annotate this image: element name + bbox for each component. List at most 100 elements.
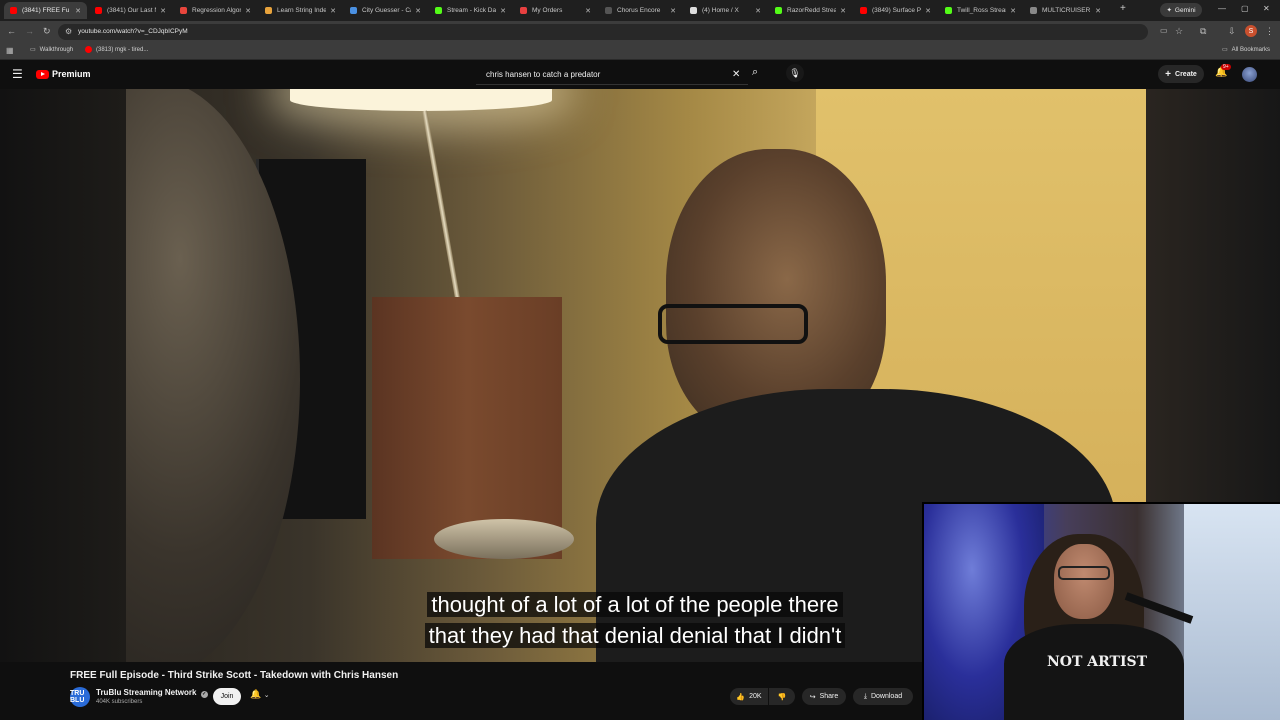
bookmark-star-icon[interactable]: ☆: [1175, 26, 1183, 37]
tab-close-icon[interactable]: ✕: [925, 7, 931, 15]
youtube-play-icon: [36, 69, 49, 79]
tab-favicon-icon: [1030, 7, 1037, 14]
youtube-premium-label: Premium: [52, 69, 91, 79]
back-arrow-icon[interactable]: ←: [7, 26, 16, 36]
tab-close-icon[interactable]: ✕: [1095, 7, 1101, 15]
tab-favicon-icon: [95, 7, 102, 14]
wood-cabinet: [372, 297, 562, 559]
tab-close-icon[interactable]: ✕: [160, 7, 166, 15]
tab-favicon-icon: [350, 7, 357, 14]
forward-arrow-icon[interactable]: →: [25, 26, 34, 36]
tab-close-icon[interactable]: ✕: [415, 7, 421, 15]
microphone-icon: 🎙: [789, 67, 801, 78]
verified-check-icon: ✓: [200, 691, 208, 698]
download-button[interactable]: ⤓ Download: [853, 688, 913, 705]
lamp-base: [434, 519, 574, 559]
tab-close-icon[interactable]: ✕: [245, 7, 251, 15]
address-bar[interactable]: ⚙ youtube.com/watch?v=_CDJqbICPyM ▭ ☆: [58, 24, 1183, 40]
account-avatar[interactable]: [1242, 67, 1257, 82]
browser-tab[interactable]: Regression Algorit ✕: [174, 2, 257, 19]
maximize-icon[interactable]: ▢: [1241, 4, 1249, 13]
like-count: 20K: [749, 693, 762, 700]
browser-tab[interactable]: Chorus Encore ✕: [599, 2, 682, 19]
browser-tab[interactable]: MULTICRUISER (fu ✕: [1024, 2, 1107, 19]
cast-icon[interactable]: ▭: [1160, 26, 1168, 35]
minimize-icon[interactable]: —: [1218, 4, 1226, 13]
tab-close-icon[interactable]: ✕: [1010, 7, 1016, 15]
join-button[interactable]: Join: [213, 688, 241, 705]
browser-tab[interactable]: City Guesser - Can ✕: [344, 2, 427, 19]
new-tab-button[interactable]: +: [1120, 3, 1126, 14]
tab-title: Twill_Ross Stream: [957, 7, 1007, 14]
bookmark-label: Walkthrough: [39, 46, 74, 53]
tab-favicon-icon: [10, 7, 17, 14]
tab-title: (3849) Surface Pre: [872, 7, 922, 14]
browser-tab[interactable]: Twill_Ross Stream ✕: [939, 2, 1022, 19]
voice-search-button[interactable]: 🎙: [786, 64, 804, 82]
profile-avatar[interactable]: S: [1245, 25, 1257, 37]
bookmark-walkthrough[interactable]: ▭ Walkthrough: [30, 46, 74, 54]
gemini-button[interactable]: ✦ Gemini: [1160, 3, 1202, 17]
browser-tab[interactable]: RazorRedd Stream✕: [769, 2, 852, 19]
search-icon: ⌕: [752, 66, 759, 78]
url-text: youtube.com/watch?v=_CDJqbICPyM: [78, 28, 188, 35]
tab-favicon-icon: [180, 7, 187, 14]
thumbs-up-icon: 👍: [736, 693, 746, 701]
streamer-glasses: [1058, 566, 1110, 580]
tab-close-icon[interactable]: ✕: [755, 7, 761, 15]
extensions-icon[interactable]: ⧉: [1200, 26, 1206, 36]
browser-tab[interactable]: My Orders ✕: [514, 2, 597, 19]
channel-avatar[interactable]: TRU BLU: [70, 687, 90, 707]
tab-close-icon[interactable]: ✕: [330, 7, 336, 15]
thumbs-down-icon: 👎: [777, 693, 787, 701]
share-button[interactable]: ↪ Share: [802, 688, 846, 705]
browser-tab[interactable]: (3841) Our Last N ✕: [89, 2, 172, 19]
browser-tab[interactable]: Learn String Index ✕: [259, 2, 342, 19]
bookmark-mgk-tired[interactable]: (3813) mgk - tired...: [85, 46, 148, 53]
channel-name[interactable]: TruBlu Streaming Network ✓: [96, 688, 208, 698]
tab-title: My Orders: [532, 7, 563, 14]
tab-close-icon[interactable]: ✕: [840, 7, 846, 15]
tab-favicon-icon: [860, 7, 867, 14]
tab-favicon-icon: [605, 7, 612, 14]
site-info-icon[interactable]: ⚙: [65, 27, 72, 36]
clear-search-icon[interactable]: ✕: [732, 69, 740, 80]
caption-line-2: that they had that denial denial that I …: [424, 623, 846, 648]
bookmark-label: (3813) mgk - tired...: [96, 46, 149, 53]
browser-tab[interactable]: (4) Home / X ✕: [684, 2, 767, 19]
streamer-shirt-text: NOT ARTIST: [1046, 654, 1148, 670]
download-icon[interactable]: ⇩: [1228, 26, 1236, 36]
search-input[interactable]: chris hansen to catch a predator ✕: [476, 64, 748, 85]
closed-caption: thought of a lot of a lot of the people …: [380, 589, 890, 651]
tab-close-icon[interactable]: ✕: [585, 7, 591, 15]
tab-favicon-icon: [265, 7, 272, 14]
apps-grid-icon[interactable]: ▦: [6, 46, 14, 55]
youtube-logo[interactable]: Premium: [36, 69, 91, 79]
hamburger-menu-icon[interactable]: ☰: [12, 68, 23, 80]
reload-icon[interactable]: ↻: [43, 26, 51, 36]
tab-close-icon[interactable]: ✕: [75, 7, 81, 15]
share-label: Share: [819, 693, 839, 700]
close-window-icon[interactable]: ✕: [1263, 4, 1270, 13]
tab-title: City Guesser - Can: [362, 7, 411, 14]
bookmarks-bar: ▦ ▭ Walkthrough (3813) mgk - tired... ▭ …: [0, 43, 1280, 60]
browser-tab[interactable]: (3849) Surface Pre✕: [854, 2, 937, 19]
all-bookmarks[interactable]: ▭ All Bookmarks: [1222, 46, 1270, 54]
like-button[interactable]: 👍 20K: [730, 688, 768, 705]
tab-title: (3841) FREE Fu: [22, 7, 70, 14]
streamer-face: [1054, 544, 1114, 619]
streamer-shirt: [1004, 624, 1184, 720]
browser-menu-icon[interactable]: ⋮: [1265, 26, 1274, 36]
tab-close-icon[interactable]: ✕: [500, 7, 506, 15]
tab-close-icon[interactable]: ✕: [670, 7, 676, 15]
tab-title: (3841) Our Last N: [107, 7, 157, 14]
browser-tab[interactable]: Stream - Kick Dash✕: [429, 2, 512, 19]
create-button[interactable]: + Create: [1158, 65, 1204, 83]
search-button[interactable]: ⌕: [752, 66, 758, 79]
browser-tab[interactable]: (3841) FREE Fu ✕: [4, 2, 87, 19]
dislike-button[interactable]: 👎: [769, 688, 795, 705]
notifications-button[interactable]: 🔔 9+: [1215, 64, 1231, 78]
youtube-favicon-icon: [85, 46, 92, 53]
create-label: Create: [1175, 70, 1197, 78]
subscription-bell-button[interactable]: 🔔 ⌄: [250, 689, 270, 700]
